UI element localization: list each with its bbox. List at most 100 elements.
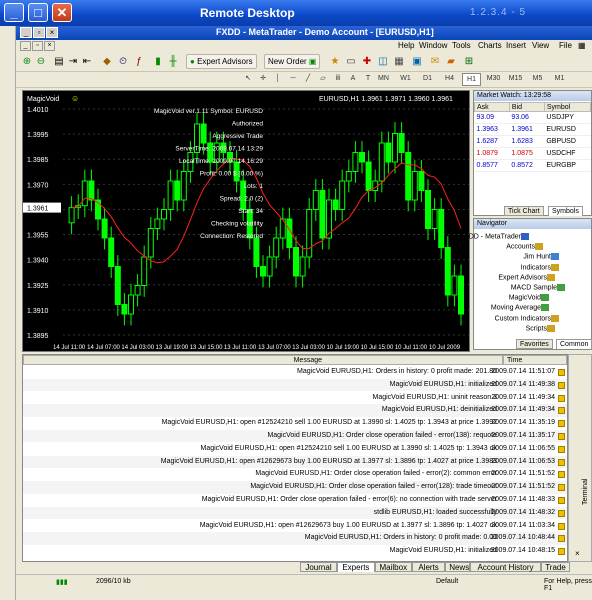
folder-icon[interactable]: ▰ (444, 55, 458, 69)
navigator-item[interactable]: Moving Average (491, 304, 551, 312)
fibo-icon[interactable]: ⅲ (332, 73, 344, 86)
zoom-in-icon[interactable]: ⊕ (20, 55, 34, 69)
new-chart-icon[interactable]: ⊞ (462, 55, 476, 69)
tab-trade[interactable]: Trade (541, 562, 570, 572)
market-watch-row[interactable]: 1.6287 1.6283 GBPUSD (474, 135, 591, 148)
tab-experts[interactable]: Experts (337, 562, 375, 572)
market-watch-row[interactable]: 93.09 93.06 USDJPY (474, 111, 591, 124)
navigator-item[interactable]: Indicators (521, 263, 561, 271)
navigator-item[interactable]: Custom Indicators (495, 314, 561, 322)
tab-account-history[interactable]: Account History (470, 562, 541, 572)
channel-icon[interactable]: ▱ (317, 73, 329, 86)
navigator-item[interactable]: FXDD - MetaTrader (460, 233, 531, 240)
bars-icon[interactable]: ╫ (166, 55, 180, 69)
minimize-button[interactable]: _ (4, 3, 24, 22)
log-row[interactable]: MagicVoid EURUSD,H1: deinitialized 2009.0… (23, 404, 567, 417)
log-row[interactable]: MagicVoid EURUSD,H1: Order close operati… (23, 430, 567, 443)
periods-icon[interactable]: ⏲ (116, 55, 130, 69)
log-row[interactable]: MagicVoid EURUSD,H1: Order close operati… (23, 468, 567, 480)
trendline-icon[interactable]: ╱ (302, 73, 314, 86)
menu-help[interactable]: Help (398, 41, 414, 50)
log-row[interactable]: MagicVoid EURUSD,H1: open #12629673 buy … (23, 520, 567, 532)
maximize-button[interactable]: □ (28, 3, 48, 22)
market-watch-row[interactable]: 1.0879 1.0875 USDCHF (474, 147, 591, 160)
chart-shift-icon[interactable]: ⇤ (80, 55, 94, 69)
column-ask[interactable]: Ask (474, 102, 510, 112)
tab-news[interactable]: News (445, 562, 470, 572)
open-icon[interactable]: ✉ (428, 55, 442, 69)
data-window-icon[interactable]: ✚ (360, 55, 374, 69)
tab-symbols[interactable]: Symbols (548, 206, 583, 216)
expert-advisors-button[interactable]: ● Expert Advisors (186, 54, 257, 69)
mt-close-button[interactable]: × (46, 27, 58, 38)
market-watch-row[interactable]: 1.3963 1.3961 EURUSD (474, 123, 591, 136)
label-icon[interactable]: T (362, 73, 374, 86)
chart-close-button[interactable]: × (44, 41, 55, 51)
column-time[interactable]: Time (503, 355, 567, 365)
menu-insert[interactable]: Insert (506, 41, 526, 50)
navigator-item[interactable]: Accounts (506, 243, 545, 251)
indicators-icon[interactable]: ƒ (132, 55, 146, 69)
mt-minimize-button[interactable]: _ (20, 27, 32, 38)
log-row[interactable]: MagicVoid EURUSD,H1: Order close operati… (23, 481, 567, 494)
log-row[interactable]: MagicVoid EURUSD,H1: Order close operati… (23, 494, 567, 506)
terminal-close-icon[interactable]: × (575, 549, 580, 558)
history-icon[interactable]: ▦ (392, 55, 406, 69)
navigator-item[interactable]: Expert Advisors (498, 273, 557, 281)
tab-mailbox[interactable]: Mailbox (374, 562, 412, 572)
log-row[interactable]: MagicVoid EURUSD,H1: initialized 2009.07.… (23, 378, 567, 392)
menu-charts[interactable]: Charts (478, 41, 502, 50)
chart-minimize-button[interactable]: _ (20, 41, 31, 51)
price-chart[interactable]: 1.4010 1.3995 1.3985 1.3970 1.3961 1.3955 1.39… (22, 90, 470, 352)
new-order-button[interactable]: New Order ▣ (264, 54, 321, 69)
close-button[interactable]: ✕ (52, 3, 72, 22)
autoscroll-icon[interactable]: ⇥ (66, 55, 80, 69)
timeframe-m30[interactable]: M30 (484, 73, 503, 86)
log-row[interactable]: MagicVoid EURUSD,H1: open #12524210 sell… (23, 417, 567, 429)
timeframe-d1[interactable]: D1 (418, 73, 437, 86)
menu-tools[interactable]: Tools (452, 41, 471, 50)
log-row[interactable]: stdlib EURUSD,H1: loaded successfully 200… (23, 506, 567, 520)
profiles-icon[interactable]: ▣ (410, 55, 424, 69)
timeframe-h1[interactable]: H1 (462, 73, 481, 86)
log-row[interactable]: MagicVoid EURUSD,H1: initialized 2009.07.… (23, 545, 567, 557)
navigator-item[interactable]: Scripts (526, 324, 557, 332)
timeframe-mn[interactable]: MN (374, 73, 393, 86)
text-icon[interactable]: A (347, 73, 359, 86)
tab-favorites[interactable]: Favorites (516, 339, 553, 349)
timeframe-w1[interactable]: W1 (396, 73, 415, 86)
terminal-icon[interactable]: ▭ (344, 55, 358, 69)
log-row[interactable]: MagicVoid EURUSD,H1: open #12524210 sell… (23, 443, 567, 455)
navigator-item[interactable]: MACD Sample (511, 284, 567, 291)
candles-icon[interactable]: ▮ (151, 55, 165, 69)
chart-restore-button[interactable]: ▫ (32, 41, 43, 51)
market-watch-icon[interactable]: ◫ (376, 55, 390, 69)
templates-icon[interactable]: ◆ (100, 55, 114, 69)
menu-view[interactable]: View (532, 41, 549, 50)
timeframe-h4[interactable]: H4 (440, 73, 459, 86)
tab-tick-chart[interactable]: Tick Chart (504, 206, 544, 216)
timeframe-m5[interactable]: M5 (528, 73, 547, 86)
log-row[interactable]: MagicVoid EURUSD,H1: uninit reason 3 2009… (23, 392, 567, 404)
zoom-out-icon[interactable]: ⊖ (34, 55, 48, 69)
market-watch-row[interactable]: 0.8577 0.8572 EURGBP (474, 159, 591, 172)
navigator-icon[interactable]: ★ (328, 55, 342, 69)
tab-alerts[interactable]: Alerts (412, 562, 446, 572)
vline-icon[interactable]: │ (272, 73, 284, 86)
hline-icon[interactable]: ─ (287, 73, 299, 86)
log-row[interactable]: MagicVoid EURUSD,H1: Orders in history: … (23, 532, 567, 545)
mt-restore-button[interactable]: ▫ (33, 27, 45, 38)
arrow-icon[interactable]: ↖ (242, 73, 254, 86)
log-row[interactable]: MagicVoid EURUSD,H1: Orders in history: … (23, 366, 567, 378)
menu-file[interactable]: File (559, 41, 572, 50)
column-message[interactable]: Message (23, 355, 503, 365)
column-symbol[interactable]: Symbol (543, 102, 592, 112)
timeframe-m1[interactable]: M1 (550, 73, 569, 86)
timeframe-m15[interactable]: M15 (506, 73, 525, 86)
menu-window[interactable]: Window (419, 41, 447, 50)
navigator-item[interactable]: MagicVoid (509, 294, 551, 302)
log-row[interactable]: MagicVoid EURUSD,H1: open #12629673 buy … (23, 455, 567, 468)
tile-icon[interactable]: ▤ (52, 55, 66, 69)
crosshair-icon[interactable]: ✛ (257, 73, 269, 86)
tab-journal[interactable]: Journal (299, 562, 338, 572)
